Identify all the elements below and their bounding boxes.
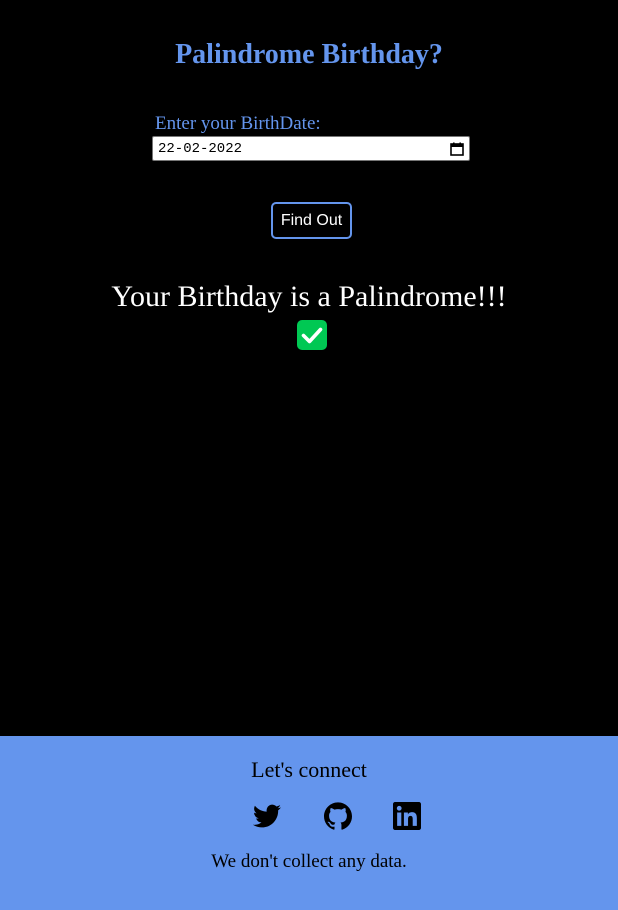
calendar-icon[interactable] [449, 141, 465, 157]
birthdate-label: Enter your BirthDate: [155, 113, 321, 134]
page-title: Palindrome Birthday? [175, 39, 443, 70]
check-square-icon [297, 320, 327, 350]
find-out-button[interactable]: Find Out [271, 202, 352, 239]
result-message: Your Birthday is a Palindrome!!! [111, 280, 507, 313]
footer-heading: Let's connect [251, 757, 367, 782]
birthdate-value[interactable]: 22-02-2022 [158, 141, 449, 157]
main-section: Palindrome Birthday? Enter your BirthDat… [0, 0, 618, 736]
github-icon [324, 802, 352, 830]
twitter-icon [253, 804, 281, 828]
linkedin-link[interactable] [393, 802, 421, 830]
privacy-note: We don't collect any data. [211, 851, 407, 872]
github-link[interactable] [324, 802, 352, 830]
twitter-link[interactable] [253, 802, 281, 830]
birthdate-input[interactable]: 22-02-2022 [152, 136, 470, 161]
linkedin-icon [393, 802, 421, 830]
footer: Let's connect We don't collect any data. [0, 736, 618, 910]
